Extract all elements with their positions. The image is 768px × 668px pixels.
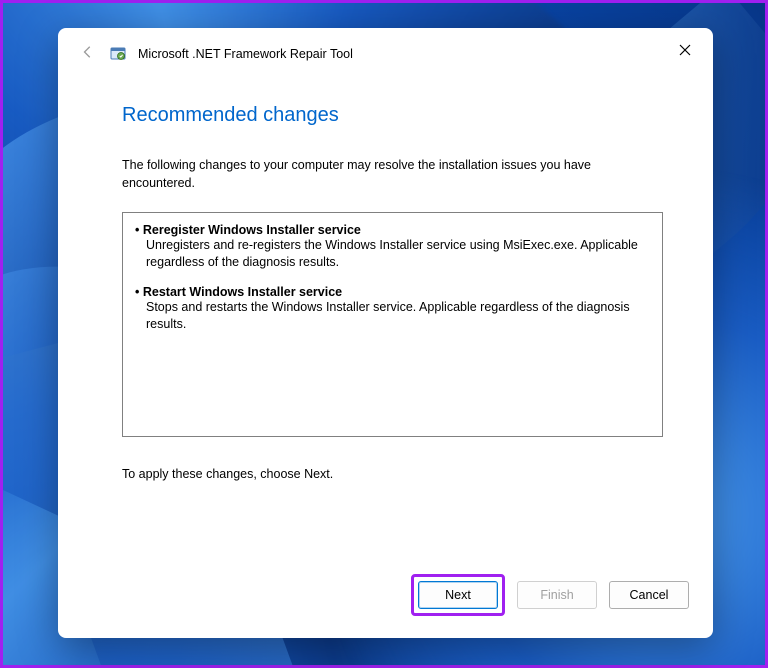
change-title: Restart Windows Installer service xyxy=(135,285,650,299)
intro-text: The following changes to your computer m… xyxy=(122,157,663,192)
titlebar: Microsoft .NET Framework Repair Tool xyxy=(58,28,713,74)
finish-button: Finish xyxy=(517,581,597,609)
repair-tool-dialog: Microsoft .NET Framework Repair Tool Rec… xyxy=(58,28,713,638)
dialog-content: Recommended changes The following change… xyxy=(58,74,713,556)
next-button[interactable]: Next xyxy=(418,581,498,609)
change-description: Stops and restarts the Windows Installer… xyxy=(135,299,650,333)
app-title: Microsoft .NET Framework Repair Tool xyxy=(138,47,653,61)
list-item: Reregister Windows Installer service Unr… xyxy=(135,223,650,271)
button-row: Next Finish Cancel xyxy=(58,556,713,638)
app-icon xyxy=(110,46,126,62)
close-button[interactable] xyxy=(665,34,705,66)
apply-hint: To apply these changes, choose Next. xyxy=(122,467,663,481)
annotation-highlight: Next xyxy=(411,574,505,616)
cancel-button[interactable]: Cancel xyxy=(609,581,689,609)
change-description: Unregisters and re-registers the Windows… xyxy=(135,237,650,271)
page-heading: Recommended changes xyxy=(122,104,663,127)
list-item: Restart Windows Installer service Stops … xyxy=(135,285,650,333)
change-title: Reregister Windows Installer service xyxy=(135,223,650,237)
changes-listbox[interactable]: Reregister Windows Installer service Unr… xyxy=(122,212,663,437)
back-button xyxy=(78,45,98,64)
